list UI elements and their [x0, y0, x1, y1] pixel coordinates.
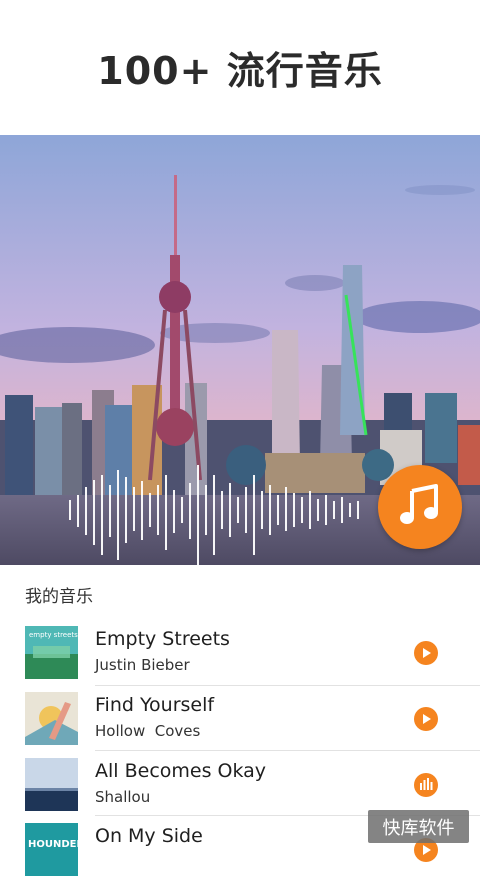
section-title: 我的音乐 — [25, 587, 93, 607]
track-item[interactable]: empty streets Empty Streets Justin Biebe… — [0, 619, 480, 685]
track-artist: Hollow Coves — [95, 722, 201, 740]
track-title: Find Yourself — [95, 694, 215, 716]
album-cover — [25, 758, 78, 811]
play-icon — [420, 710, 432, 729]
svg-text:empty streets: empty streets — [29, 631, 78, 639]
page-title: 100+ 流行音乐 — [97, 49, 383, 93]
play-icon — [420, 841, 432, 860]
svg-text:HOUNDED: HOUNDED — [28, 839, 78, 850]
track-artist: Shallou — [95, 788, 151, 806]
music-fab-button[interactable] — [378, 465, 462, 549]
header: 100+ 流行音乐 — [0, 0, 480, 135]
track-item[interactable]: All Becomes Okay Shallou — [0, 751, 480, 817]
play-icon — [420, 644, 432, 663]
track-title: Empty Streets — [95, 628, 230, 650]
album-cover — [25, 692, 78, 745]
track-artist: Justin Bieber — [95, 656, 190, 674]
music-note-icon — [398, 483, 442, 531]
track-title: All Becomes Okay — [95, 760, 267, 782]
track-item[interactable]: Find Yourself Hollow Coves — [0, 685, 480, 751]
equalizer-icon — [419, 776, 433, 795]
watermark: 快库软件 — [368, 810, 469, 843]
album-cover: empty streets — [25, 626, 78, 679]
track-title: On My Side — [95, 825, 203, 847]
play-button[interactable] — [414, 707, 438, 731]
play-button[interactable] — [414, 641, 438, 665]
album-cover: HOUNDED — [25, 823, 78, 876]
equalizer-button[interactable] — [414, 773, 438, 797]
